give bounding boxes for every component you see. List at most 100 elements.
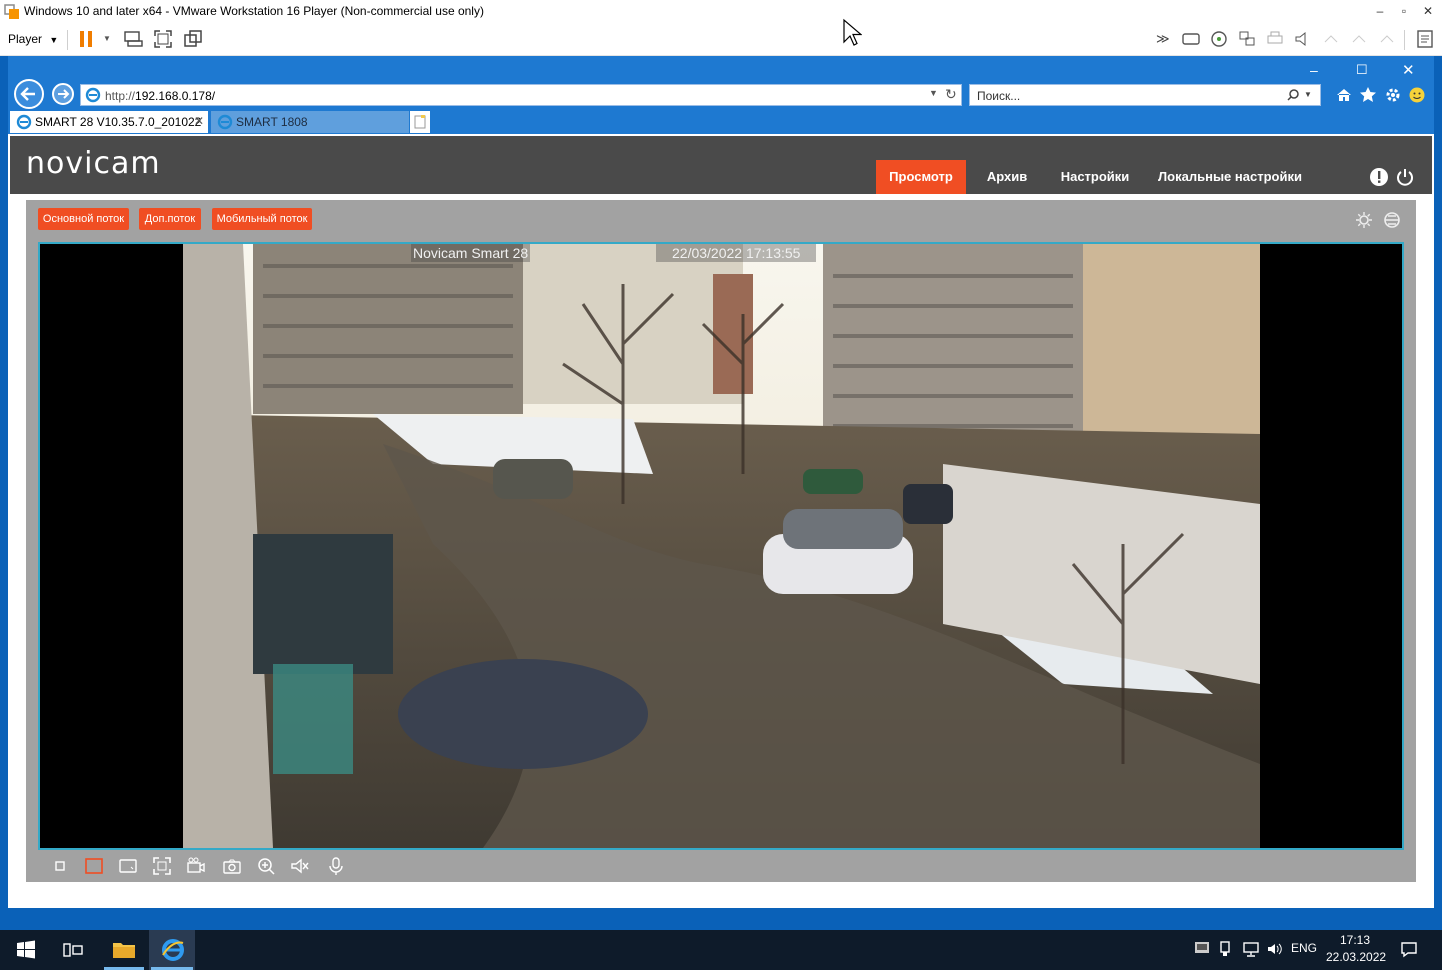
osd-camera-name: Novicam Smart 28: [411, 244, 531, 262]
nav-live-view[interactable]: Просмотр: [876, 160, 966, 194]
nav-settings[interactable]: Настройки: [1054, 160, 1136, 194]
ptz-control-icon[interactable]: [1382, 210, 1402, 230]
record-video-icon[interactable]: [186, 856, 206, 876]
taskbar-file-explorer[interactable]: [102, 930, 146, 970]
usb-eject-icon[interactable]: [1218, 940, 1232, 958]
nav-label: Локальные настройки: [1158, 169, 1302, 184]
search-icon[interactable]: [1286, 88, 1300, 102]
smiley-feedback-icon[interactable]: [1408, 86, 1426, 104]
aspect-original-icon[interactable]: [84, 856, 104, 876]
gear-icon[interactable]: [1384, 86, 1402, 104]
vmware-title-bar: Windows 10 and later x64 - VMware Workst…: [0, 0, 1442, 24]
vmware-icon: [4, 4, 19, 19]
arrow-right-icon: [58, 89, 70, 99]
search-input[interactable]: Поиск...: [977, 89, 1020, 103]
close-tab-icon[interactable]: ✕: [194, 114, 204, 128]
overflow-icon[interactable]: ≫: [1156, 31, 1170, 47]
cd-dvd-icon[interactable]: [1208, 28, 1230, 50]
stream-label: Основной поток: [42, 213, 125, 225]
fullscreen-icon[interactable]: [152, 28, 174, 50]
alert-icon[interactable]: [1369, 167, 1389, 187]
network-adapter-icon[interactable]: [1236, 28, 1258, 50]
ie-page-icon: [16, 114, 32, 130]
ie-page-icon: [85, 87, 101, 103]
camera-feed: Novicam Smart 28 22/03/2022 17:13:55: [183, 244, 1260, 848]
usb-device-icon[interactable]: [1376, 28, 1398, 50]
new-tab-button[interactable]: [410, 111, 430, 133]
toolbar-divider: [67, 30, 68, 50]
maximize-icon[interactable]: ☐: [1356, 62, 1368, 78]
nav-archive[interactable]: Архив: [976, 160, 1038, 194]
fullscreen-icon[interactable]: [152, 856, 172, 876]
toolbar-divider: [1404, 30, 1405, 50]
task-view-icon[interactable]: [62, 940, 84, 960]
chevron-down-icon[interactable]: ▼: [103, 34, 111, 43]
novicam-logo: novicam: [26, 146, 161, 181]
mute-icon[interactable]: [290, 856, 310, 876]
mobile-stream-button[interactable]: Мобильный поток: [212, 208, 312, 230]
chevron-down-icon[interactable]: ▼: [1304, 90, 1312, 99]
stream-label: Доп.поток: [144, 213, 196, 225]
search-box[interactable]: Поиск... ▼: [969, 84, 1321, 106]
tab-smart-28[interactable]: SMART 28 V10.35.7.0_201022 ✕: [10, 111, 208, 133]
player-menu[interactable]: Player ▼: [8, 32, 58, 46]
tab-smart-1808[interactable]: SMART 1808: [211, 111, 409, 133]
sound-card-icon[interactable]: [1292, 28, 1314, 50]
chevron-down-icon: ▼: [49, 35, 59, 45]
minimize-icon[interactable]: –: [1310, 62, 1318, 78]
osd-timestamp: 22/03/2022 17:13:55: [656, 244, 817, 262]
microphone-icon[interactable]: [326, 856, 346, 876]
window-title: Windows 10 and later x64 - VMware Workst…: [24, 4, 484, 18]
stop-icon[interactable]: [50, 856, 70, 876]
nav-label: Просмотр: [889, 169, 953, 184]
clock-date: 22.03.2022: [1326, 950, 1387, 964]
digital-zoom-icon[interactable]: [256, 856, 276, 876]
new-tab-icon: [414, 115, 426, 129]
vmware-tools-icon[interactable]: [1194, 940, 1210, 956]
arrow-left-icon: [20, 87, 35, 101]
windows-start-icon[interactable]: [16, 940, 36, 960]
refresh-icon[interactable]: ↻: [945, 86, 957, 103]
clock-time: 17:13: [1339, 933, 1371, 947]
usb-device-icon[interactable]: [1320, 28, 1342, 50]
image-settings-icon[interactable]: [1354, 210, 1374, 230]
snapshot-camera-icon[interactable]: [222, 856, 242, 876]
favorites-star-icon[interactable]: [1359, 86, 1377, 104]
ie-page-icon: [217, 114, 233, 130]
close-button[interactable]: ✕: [1414, 0, 1442, 24]
send-ctrl-alt-del-icon[interactable]: [122, 28, 144, 50]
forward-button[interactable]: [52, 83, 74, 105]
hard-disk-icon[interactable]: [1180, 28, 1202, 50]
nav-label: Настройки: [1060, 169, 1130, 184]
close-icon[interactable]: ✕: [1402, 61, 1415, 79]
unity-icon[interactable]: [182, 28, 204, 50]
tab-label: SMART 28 V10.35.7.0_201022: [35, 115, 202, 129]
tab-label: SMART 1808: [236, 115, 308, 129]
aspect-stretch-icon[interactable]: [118, 856, 138, 876]
mouse-cursor-icon: [843, 18, 862, 46]
taskbar-clock[interactable]: 17:13 22.03.2022: [1326, 933, 1387, 967]
language-indicator[interactable]: ENG: [1291, 941, 1317, 955]
printer-icon[interactable]: [1264, 28, 1286, 50]
main-stream-button[interactable]: Основной поток: [38, 208, 129, 230]
chevron-down-icon[interactable]: ▼: [929, 88, 938, 98]
action-center-icon[interactable]: [1400, 940, 1418, 958]
network-icon[interactable]: [1242, 940, 1260, 958]
nav-local-settings[interactable]: Локальные настройки: [1150, 160, 1310, 194]
usb-device-icon[interactable]: [1348, 28, 1370, 50]
pause-icon[interactable]: [76, 28, 98, 50]
back-button[interactable]: [14, 79, 44, 109]
nav-label: Архив: [986, 169, 1028, 184]
message-log-icon[interactable]: [1414, 28, 1436, 50]
taskbar-internet-explorer[interactable]: [149, 930, 195, 970]
player-menu-label: Player: [8, 32, 43, 46]
volume-icon[interactable]: [1266, 940, 1284, 958]
url-text: http://192.168.0.178/: [105, 89, 216, 103]
sub-stream-button[interactable]: Доп.поток: [139, 208, 201, 230]
stream-label: Мобильный поток: [216, 213, 308, 225]
address-bar[interactable]: http://192.168.0.178/ ▼ ↻: [80, 84, 962, 106]
home-icon[interactable]: [1335, 86, 1353, 104]
power-icon[interactable]: [1395, 167, 1415, 187]
folder-icon: [113, 943, 135, 958]
internet-explorer-icon: [162, 939, 184, 961]
